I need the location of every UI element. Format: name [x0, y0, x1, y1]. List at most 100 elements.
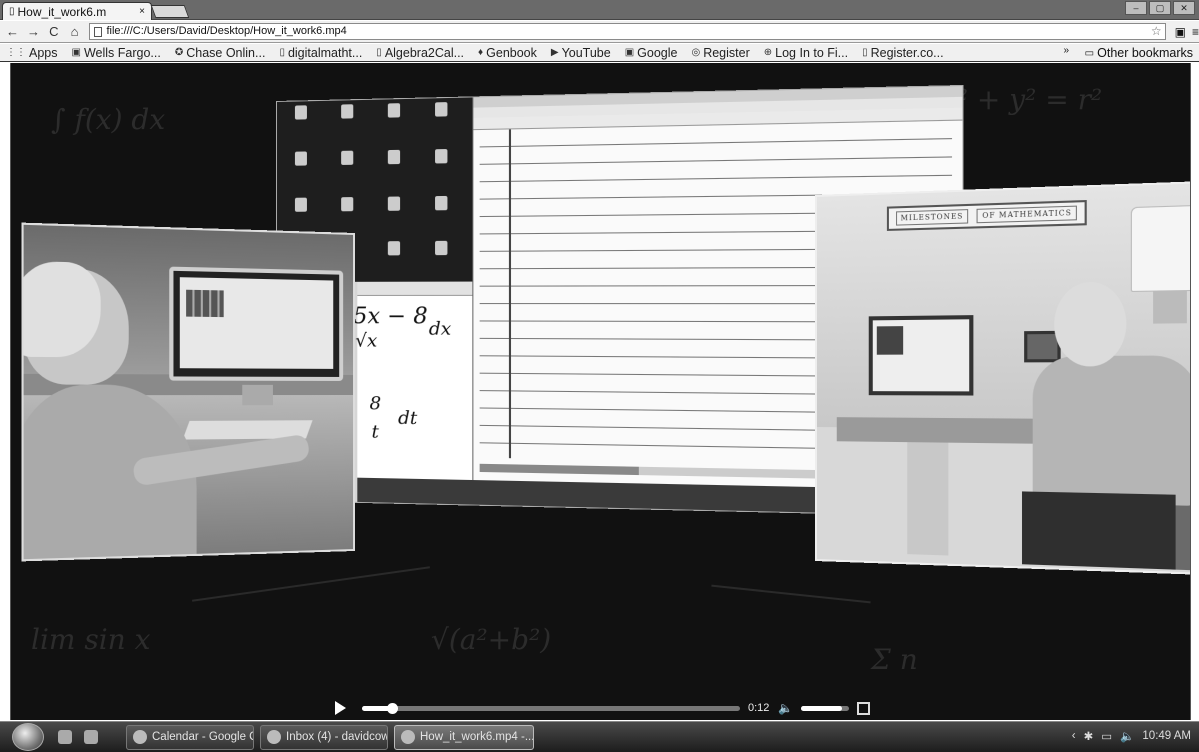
clock[interactable]: 10:49 AM	[1142, 730, 1191, 742]
bookmark-item[interactable]: ▣ Google	[625, 46, 678, 60]
chalkboard-line	[192, 566, 430, 602]
new-tab-button[interactable]	[150, 5, 190, 18]
chalkboard-scribble: lim sin x	[31, 623, 151, 656]
address-bar[interactable]: file:///C:/Users/David/Desktop/How_it_wo…	[89, 23, 1166, 40]
photo-monitor-stand	[242, 384, 273, 406]
show-hidden-icons-icon[interactable]: ‹	[1072, 730, 1076, 742]
start-button[interactable]	[12, 723, 44, 751]
tab-title: How_it_work6.m	[17, 4, 107, 19]
back-button[interactable]: ←	[6, 24, 19, 39]
equation-numerator: 5x − 8	[353, 304, 428, 330]
current-time: 0:12	[748, 702, 770, 714]
bookmark-item[interactable]: ▯ Register.co...	[862, 46, 943, 60]
browser-tab[interactable]: ▯ How_it_work6.m ×	[2, 2, 152, 20]
bookmark-label: Genbook	[486, 45, 537, 60]
video-player[interactable]: ∫ f(x) dx x² + y² = r² lim sin x √(a²+b²…	[10, 63, 1191, 720]
maximize-button[interactable]: ▢	[1149, 1, 1171, 15]
seek-bar[interactable]	[362, 702, 740, 714]
menu-icon[interactable]: ≡	[1192, 25, 1199, 39]
chalkboard-scribble: √(a²+b²)	[431, 623, 552, 656]
student-photo	[21, 222, 356, 562]
chalkboard-line	[711, 584, 871, 604]
home-button[interactable]: ⌂	[69, 24, 81, 39]
bookmark-label: Chase Onlin...	[186, 45, 266, 60]
other-bookmarks[interactable]: ▭ Other bookmarks	[1085, 44, 1193, 62]
reload-button[interactable]: C	[48, 24, 60, 39]
explorer-icon[interactable]	[58, 730, 72, 744]
google-icon: ▣	[624, 47, 635, 58]
bookmark-item[interactable]: ♦ Genbook	[478, 46, 537, 60]
bookmark-label: Register.co...	[870, 45, 944, 60]
desktop-icon	[281, 105, 321, 122]
bookmark-item[interactable]: ▯ Algebra2Cal...	[376, 46, 464, 60]
play-icon[interactable]	[335, 701, 346, 715]
extension-icon[interactable]: ▣	[1175, 25, 1186, 39]
close-tab-icon[interactable]: ×	[133, 4, 151, 20]
bookmark-label: Wells Fargo...	[83, 45, 161, 60]
bookmark-item[interactable]: ⊕ Log In to Fi...	[764, 46, 848, 60]
bookmark-item[interactable]: ◎ Register	[691, 46, 749, 60]
bookmark-item[interactable]: ✪ Chase Onlin...	[175, 46, 266, 60]
register-icon: ◎	[691, 47, 701, 58]
bookmark-star-icon[interactable]: ☆	[1151, 24, 1162, 39]
teacher-photo: MILESTONES OF MATHEMATICS	[815, 180, 1190, 576]
photo-lamp	[1130, 204, 1190, 292]
volume-icon[interactable]: 🔈	[778, 701, 793, 715]
chrome-icon	[133, 730, 147, 744]
desktop-icon	[374, 103, 415, 120]
margin-line	[508, 129, 512, 459]
photo-monitor	[169, 266, 344, 381]
desktop-icon	[421, 240, 462, 258]
close-window-button[interactable]: ✕	[1173, 1, 1195, 15]
window-controls: ‒ ▢ ✕	[1125, 1, 1195, 15]
display-icon[interactable]: ▭	[1101, 729, 1112, 743]
other-bookmarks-label: Other bookmarks	[1097, 46, 1193, 60]
volume-slider[interactable]	[800, 705, 849, 711]
minimize-button[interactable]: ‒	[1125, 1, 1147, 15]
bookmarks-bar: ⋮⋮ Apps ▣ Wells Fargo... ✪ Chase Onlin... ▯ dig…	[0, 44, 1199, 62]
page-icon: ▯	[862, 47, 868, 58]
bookmark-item[interactable]: ▣ Wells Fargo...	[72, 46, 161, 60]
photo-desk-leg	[907, 442, 949, 556]
bookmark-label: digitalmatht...	[287, 45, 363, 60]
windows-taskbar: Calendar - Google C... Inbox (4) - davidc…	[0, 721, 1199, 752]
seek-handle[interactable]	[387, 702, 399, 714]
bookmark-label: Google	[637, 45, 678, 60]
equation-dx: dx	[428, 318, 452, 340]
quick-launch	[58, 730, 98, 744]
fullscreen-icon[interactable]	[856, 701, 870, 715]
forward-button[interactable]: →	[27, 24, 40, 39]
folder-icon: ▭	[1084, 47, 1095, 59]
chalkboard-scribble: Σ n	[871, 643, 918, 676]
sign-right-text: OF MATHEMATICS	[977, 205, 1078, 224]
taskbar-button[interactable]: Calendar - Google C...	[126, 724, 254, 750]
page-icon: ▯	[279, 47, 285, 58]
equation-dt: dt	[398, 407, 418, 430]
bookmark-item[interactable]: ▶ YouTube	[551, 46, 611, 60]
taskbar-button[interactable]: Inbox (4) - davidcow...	[260, 724, 388, 750]
equation-fraction-top: 8	[369, 392, 382, 415]
video-controls: 0:12 🔈	[323, 697, 883, 719]
desktop-icon	[327, 104, 367, 121]
more-bookmarks-icon[interactable]: »	[1063, 45, 1069, 56]
photo-student	[21, 260, 197, 562]
wells-fargo-icon: ▣	[71, 47, 81, 58]
desktop-icon	[421, 195, 462, 213]
bookmark-item[interactable]: ⋮⋮ Apps	[6, 46, 58, 60]
page-icon	[94, 27, 103, 37]
desktop-icon	[421, 149, 462, 166]
chalkboard-scribble: ∫ f(x) dx	[51, 103, 166, 136]
bookmark-item[interactable]: ▯ digitalmatht...	[279, 46, 362, 60]
network-icon[interactable]: ✱	[1084, 729, 1094, 743]
speaker-icon[interactable]: 🔈	[1120, 729, 1134, 743]
taskbar-button[interactable]: How_it_work6.mp4 -...	[394, 724, 534, 750]
page-icon: ▯	[9, 5, 15, 17]
sign-left-text: MILESTONES	[895, 209, 969, 226]
desktop-icon	[327, 150, 367, 167]
document-toolbar	[357, 281, 473, 296]
chalkboard-scribble: x² + y² = r²	[941, 83, 1103, 116]
media-player-icon[interactable]	[84, 730, 98, 744]
equation-fraction-bottom: t	[371, 421, 379, 443]
bookmark-label: Apps	[29, 45, 58, 60]
desktop-icon	[281, 197, 321, 213]
